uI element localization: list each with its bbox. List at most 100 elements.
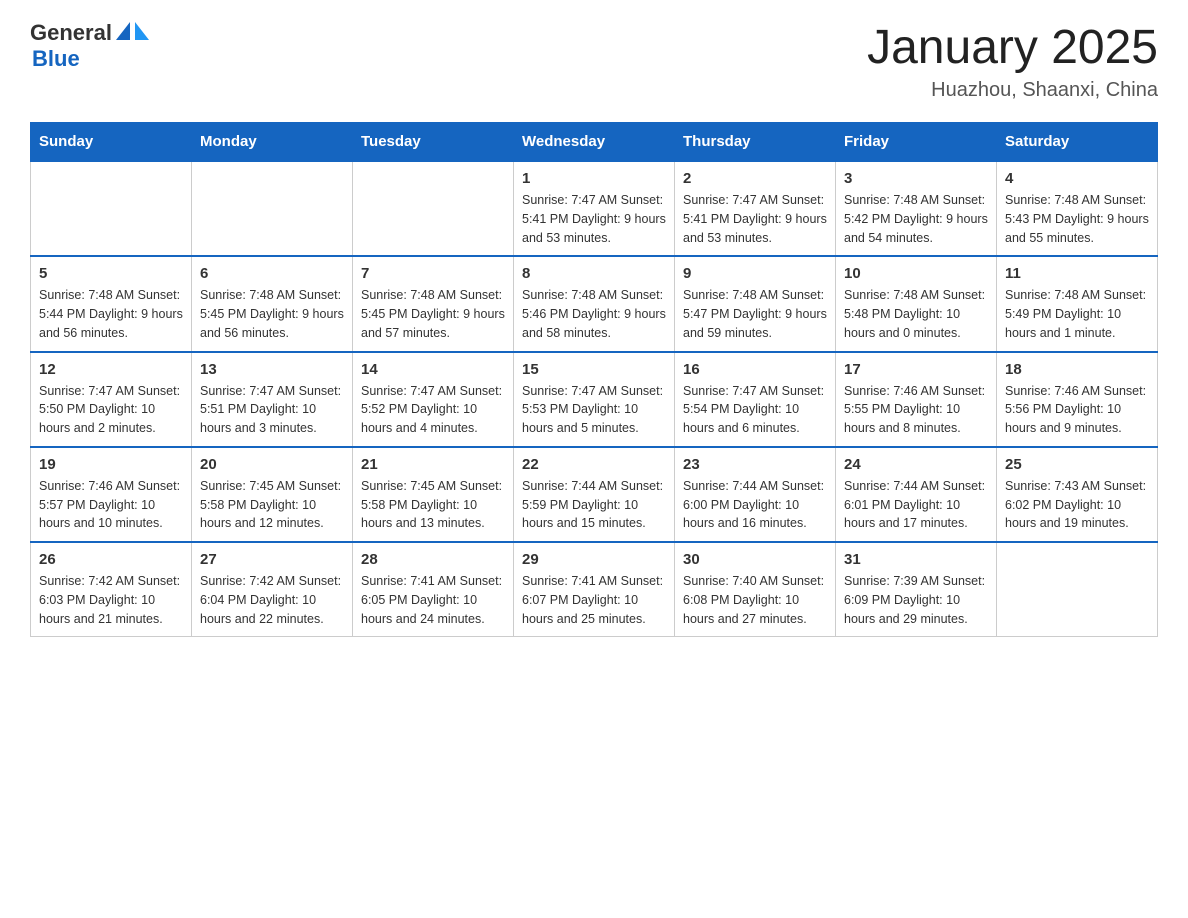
calendar-title: January 2025 [867, 20, 1158, 75]
calendar-cell: 9 Sunrise: 7:48 AM Sunset: 5:47 PM Daylig… [675, 256, 836, 351]
day-number: 11 [1005, 265, 1149, 282]
calendar-cell: 11 Sunrise: 7:48 AM Sunset: 5:49 PM Dayli… [997, 256, 1158, 351]
day-number: 17 [844, 361, 988, 378]
day-number: 7 [361, 265, 505, 282]
day-info: Sunrise: 7:48 AM Sunset: 5:43 PM Dayligh… [1005, 191, 1149, 247]
calendar-cell: 16Sunrise: 7:47 AM Sunset: 5:54 PM Dayli… [675, 352, 836, 447]
day-info: Sunrise: 7:47 AM Sunset: 5:50 PM Dayligh… [39, 382, 183, 438]
day-info: Sunrise: 7:45 AM Sunset: 5:58 PM Dayligh… [361, 477, 505, 533]
day-number: 31 [844, 551, 988, 568]
day-number: 23 [683, 456, 827, 473]
day-info: Sunrise: 7:47 AM Sunset: 5:54 PM Dayligh… [683, 382, 827, 438]
calendar-cell: 28 Sunrise: 7:41 AM Sunset: 6:05 PM Dayli… [353, 542, 514, 637]
header-tuesday: Tuesday [353, 123, 514, 162]
day-info: Sunrise: 7:47 AM Sunset: 5:53 PM Dayligh… [522, 382, 666, 438]
calendar-week-row: 19 Sunrise: 7:46 AM Sunset: 5:57 PM Dayli… [31, 447, 1158, 542]
calendar-cell: 12 Sunrise: 7:47 AM Sunset: 5:50 PM Dayli… [31, 352, 192, 447]
day-number: 2 [683, 170, 827, 187]
day-info: Sunrise: 7:47 AM Sunset: 5:41 PM Dayligh… [522, 191, 666, 247]
calendar-cell: 31 Sunrise: 7:39 AM Sunset: 6:09 PM Dayli… [836, 542, 997, 637]
day-info: Sunrise: 7:44 AM Sunset: 6:01 PM Dayligh… [844, 477, 988, 533]
page-header: General Blue January 2025 Huazhou, Shaan… [30, 20, 1158, 102]
day-info: Sunrise: 7:47 AM Sunset: 5:52 PM Dayligh… [361, 382, 505, 438]
calendar-week-row: 26Sunrise: 7:42 AM Sunset: 6:03 PM Dayli… [31, 542, 1158, 637]
calendar-header-row: SundayMondayTuesdayWednesdayThursdayFrid… [31, 123, 1158, 162]
day-number: 19 [39, 456, 183, 473]
day-info: Sunrise: 7:43 AM Sunset: 6:02 PM Dayligh… [1005, 477, 1149, 533]
calendar-cell: 13Sunrise: 7:47 AM Sunset: 5:51 PM Dayli… [192, 352, 353, 447]
day-number: 20 [200, 456, 344, 473]
calendar-cell: 2 Sunrise: 7:47 AM Sunset: 5:41 PM Daylig… [675, 161, 836, 256]
calendar-cell [31, 161, 192, 256]
day-number: 29 [522, 551, 666, 568]
day-number: 10 [844, 265, 988, 282]
day-info: Sunrise: 7:46 AM Sunset: 5:57 PM Dayligh… [39, 477, 183, 533]
header-wednesday: Wednesday [514, 123, 675, 162]
day-number: 24 [844, 456, 988, 473]
day-info: Sunrise: 7:41 AM Sunset: 6:05 PM Dayligh… [361, 572, 505, 628]
day-info: Sunrise: 7:44 AM Sunset: 5:59 PM Dayligh… [522, 477, 666, 533]
logo-text-blue: Blue [32, 46, 80, 72]
calendar-cell: 15 Sunrise: 7:47 AM Sunset: 5:53 PM Dayli… [514, 352, 675, 447]
calendar-cell: 17 Sunrise: 7:46 AM Sunset: 5:55 PM Dayli… [836, 352, 997, 447]
day-info: Sunrise: 7:48 AM Sunset: 5:44 PM Dayligh… [39, 286, 183, 342]
day-number: 3 [844, 170, 988, 187]
day-info: Sunrise: 7:47 AM Sunset: 5:51 PM Dayligh… [200, 382, 344, 438]
calendar-week-row: 12 Sunrise: 7:47 AM Sunset: 5:50 PM Dayli… [31, 352, 1158, 447]
calendar-week-row: 5Sunrise: 7:48 AM Sunset: 5:44 PM Daylig… [31, 256, 1158, 351]
day-number: 1 [522, 170, 666, 187]
day-info: Sunrise: 7:45 AM Sunset: 5:58 PM Dayligh… [200, 477, 344, 533]
day-number: 25 [1005, 456, 1149, 473]
calendar-cell: 10 Sunrise: 7:48 AM Sunset: 5:48 PM Dayli… [836, 256, 997, 351]
day-number: 6 [200, 265, 344, 282]
calendar-table: SundayMondayTuesdayWednesdayThursdayFrid… [30, 122, 1158, 637]
calendar-cell: 24 Sunrise: 7:44 AM Sunset: 6:01 PM Dayli… [836, 447, 997, 542]
calendar-cell: 3 Sunrise: 7:48 AM Sunset: 5:42 PM Daylig… [836, 161, 997, 256]
day-info: Sunrise: 7:48 AM Sunset: 5:49 PM Dayligh… [1005, 286, 1149, 342]
calendar-cell: 1 Sunrise: 7:47 AM Sunset: 5:41 PM Daylig… [514, 161, 675, 256]
logo: General Blue [30, 20, 149, 72]
header-thursday: Thursday [675, 123, 836, 162]
day-number: 9 [683, 265, 827, 282]
calendar-cell: 6 Sunrise: 7:48 AM Sunset: 5:45 PM Daylig… [192, 256, 353, 351]
calendar-cell: 23 Sunrise: 7:44 AM Sunset: 6:00 PM Dayli… [675, 447, 836, 542]
day-number: 12 [39, 361, 183, 378]
day-info: Sunrise: 7:48 AM Sunset: 5:47 PM Dayligh… [683, 286, 827, 342]
day-info: Sunrise: 7:48 AM Sunset: 5:45 PM Dayligh… [361, 286, 505, 342]
day-info: Sunrise: 7:48 AM Sunset: 5:42 PM Dayligh… [844, 191, 988, 247]
calendar-cell [997, 542, 1158, 637]
calendar-cell: 18 Sunrise: 7:46 AM Sunset: 5:56 PM Dayli… [997, 352, 1158, 447]
title-section: January 2025 Huazhou, Shaanxi, China [867, 20, 1158, 102]
day-number: 28 [361, 551, 505, 568]
calendar-cell: 26Sunrise: 7:42 AM Sunset: 6:03 PM Dayli… [31, 542, 192, 637]
day-info: Sunrise: 7:41 AM Sunset: 6:07 PM Dayligh… [522, 572, 666, 628]
day-info: Sunrise: 7:42 AM Sunset: 6:04 PM Dayligh… [200, 572, 344, 628]
day-info: Sunrise: 7:47 AM Sunset: 5:41 PM Dayligh… [683, 191, 827, 247]
calendar-cell: 25 Sunrise: 7:43 AM Sunset: 6:02 PM Dayli… [997, 447, 1158, 542]
day-info: Sunrise: 7:46 AM Sunset: 5:55 PM Dayligh… [844, 382, 988, 438]
calendar-subtitle: Huazhou, Shaanxi, China [867, 79, 1158, 102]
day-number: 15 [522, 361, 666, 378]
day-info: Sunrise: 7:48 AM Sunset: 5:48 PM Dayligh… [844, 286, 988, 342]
calendar-cell: 22Sunrise: 7:44 AM Sunset: 5:59 PM Dayli… [514, 447, 675, 542]
day-info: Sunrise: 7:46 AM Sunset: 5:56 PM Dayligh… [1005, 382, 1149, 438]
calendar-cell [353, 161, 514, 256]
day-number: 18 [1005, 361, 1149, 378]
day-info: Sunrise: 7:48 AM Sunset: 5:45 PM Dayligh… [200, 286, 344, 342]
day-number: 21 [361, 456, 505, 473]
calendar-cell: 21 Sunrise: 7:45 AM Sunset: 5:58 PM Dayli… [353, 447, 514, 542]
calendar-cell: 20 Sunrise: 7:45 AM Sunset: 5:58 PM Dayli… [192, 447, 353, 542]
calendar-cell [192, 161, 353, 256]
calendar-cell: 27Sunrise: 7:42 AM Sunset: 6:04 PM Dayli… [192, 542, 353, 637]
day-info: Sunrise: 7:40 AM Sunset: 6:08 PM Dayligh… [683, 572, 827, 628]
day-number: 30 [683, 551, 827, 568]
day-info: Sunrise: 7:48 AM Sunset: 5:46 PM Dayligh… [522, 286, 666, 342]
day-info: Sunrise: 7:39 AM Sunset: 6:09 PM Dayligh… [844, 572, 988, 628]
calendar-cell: 29 Sunrise: 7:41 AM Sunset: 6:07 PM Dayli… [514, 542, 675, 637]
calendar-cell: 7 Sunrise: 7:48 AM Sunset: 5:45 PM Daylig… [353, 256, 514, 351]
day-number: 4 [1005, 170, 1149, 187]
header-saturday: Saturday [997, 123, 1158, 162]
calendar-cell: 14Sunrise: 7:47 AM Sunset: 5:52 PM Dayli… [353, 352, 514, 447]
day-info: Sunrise: 7:44 AM Sunset: 6:00 PM Dayligh… [683, 477, 827, 533]
logo-text-general: General [30, 20, 112, 46]
